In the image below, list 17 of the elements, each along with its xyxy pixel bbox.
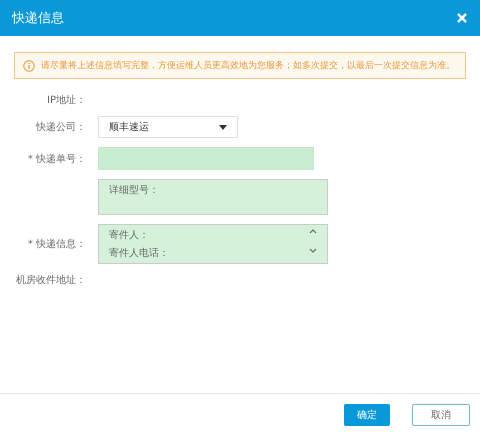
scroll-arrows-icon[interactable] bbox=[309, 228, 317, 254]
input-field[interactable] bbox=[98, 147, 314, 170]
text-area[interactable]: 详细型号： bbox=[98, 179, 328, 215]
caret-icon bbox=[219, 124, 227, 130]
notice-text: 请尽量将上述信息填写完整，方便运维人员更高效地为您服务；如多次提交，以最后一次提交信息为准。 bbox=[41, 60, 455, 72]
info-icon bbox=[23, 60, 35, 72]
field-label: * 快递单号： bbox=[26, 152, 87, 166]
text-area[interactable]: 寄件人： 寄件人电话： bbox=[98, 224, 328, 264]
field-label: 机房收件地址： bbox=[15, 274, 87, 287]
field-label: 快递公司： bbox=[34, 120, 87, 134]
field-label: IP地址： bbox=[46, 94, 87, 107]
courier-dropdown[interactable]: 顺丰速运 bbox=[98, 116, 238, 138]
dialog-title: 快递信息 bbox=[12, 10, 64, 27]
cancel-button[interactable]: 取消 bbox=[412, 404, 470, 426]
close-icon[interactable] bbox=[456, 12, 468, 24]
confirm-button[interactable]: 确定 bbox=[344, 404, 390, 426]
field-label: * 快递信息： bbox=[26, 238, 87, 251]
